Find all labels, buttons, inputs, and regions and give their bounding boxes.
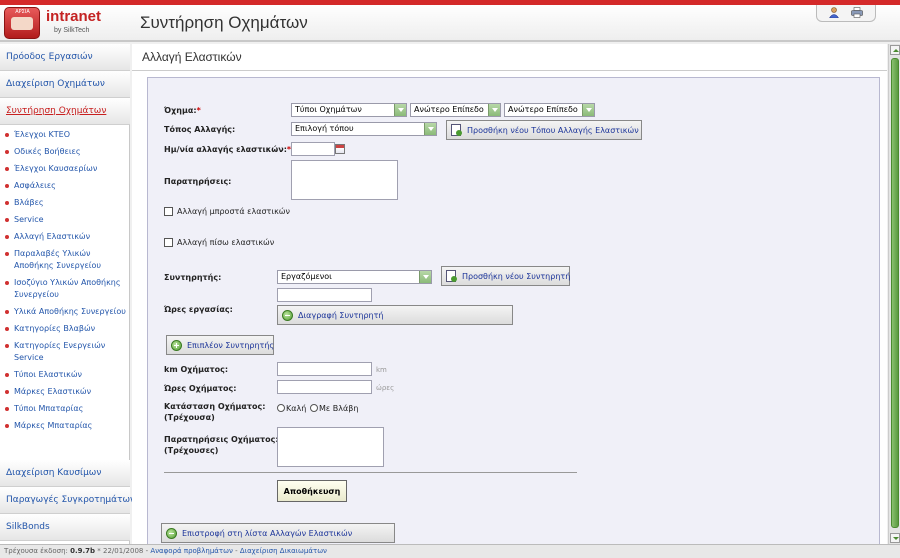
rear-tires-label: Αλλαγή πίσω ελαστικών [177,238,275,247]
sidebar-item-service-action-categories[interactable]: Κατηγορίες Ενεργειών Service [0,340,129,364]
sidebar-section-vehicle-maintenance[interactable]: Συντήρηση Οχημάτων [0,98,130,125]
status-ok-label: Καλή [286,404,307,413]
form-divider [164,472,577,473]
logo-word: intranet [46,8,102,25]
calendar-icon[interactable] [335,144,345,154]
sidebar-item-tire-types[interactable]: Τύποι Ελαστικών [0,369,129,381]
sidebar-item-fault-categories[interactable]: Κατηγορίες Βλαβών [0,323,129,335]
logo-badge-icon: ΑΡΣΙΑ [4,7,40,39]
place-label: Τόπος Αλλαγής: [164,125,236,134]
sidebar-item-faults[interactable]: Βλάβες [0,197,129,209]
sidebar-item-emission-checks[interactable]: Έλεγχοι Καυσαερίων [0,163,129,175]
date-input[interactable] [291,142,335,156]
logo-subtitle: by SilkTech [54,27,90,34]
vehicle-hours-unit: ώρες [376,384,395,392]
scrollbar-thumb[interactable] [891,58,899,528]
km-unit: km [376,366,387,374]
remove-icon [282,310,293,321]
version-date: * 22/01/2008 - [97,547,149,555]
permissions-link[interactable]: Διαχείριση Δικαιωμάτων [240,547,327,555]
add-document-icon [446,270,457,282]
report-problems-link[interactable]: Αναφορά προβλημάτων [150,547,233,555]
sidebar-section-fuel-management[interactable]: Διαχείριση Καυσίμων [0,460,130,487]
vehicle-label: Όχημα:* [164,106,201,115]
save-button[interactable]: Αποθήκευση [277,480,347,502]
status-label: Κατάσταση Οχήματος: (Τρέχουσα) [164,402,266,422]
content-title: Αλλαγή Ελαστικών [142,50,242,64]
sidebar-section-vehicle-management[interactable]: Διαχείριση Οχημάτων [0,71,130,98]
sidebar-item-material-balance[interactable]: Ισοζύγιο Υλικών Αποθήκης Συνεργείου [0,277,129,301]
page-footer: Τρέχουσα έκδοση: 0.9.7b * 22/01/2008 - Α… [0,544,900,558]
km-label: km Οχήματος: [164,365,229,374]
vehicle-hours-input[interactable] [277,380,372,394]
intranet-logo[interactable]: ΑΡΣΙΑ intranet by SilkTech [4,7,101,39]
scroll-up-icon[interactable] [890,45,900,55]
place-select[interactable]: Επιλογή τόπου [291,122,437,136]
sidebar-item-tire-brands[interactable]: Μάρκες Ελαστικών [0,386,129,398]
status-fault-radio[interactable] [310,404,318,412]
sidebar-section-work-progress[interactable]: Πρόοδος Εργασιών [0,44,130,71]
more-maintainers-button[interactable]: Επιπλέον Συντηρητής [166,335,274,355]
main-content: Αλλαγή Ελαστικών Όχημα:* Τύποι Οχημάτων … [132,44,887,547]
chevron-down-icon [424,123,436,135]
sidebar-item-battery-types[interactable]: Τύποι Μπαταρίας [0,403,129,415]
vehicle-notes-textarea[interactable] [277,427,384,467]
page-title: Συντήρηση Οχημάτων [140,13,308,32]
add-maintainer-button[interactable]: Προσθήκη νέου Συντηρητή [441,266,570,286]
vehicle-type-select[interactable]: Τύποι Οχημάτων [291,103,407,117]
user-icon[interactable] [829,7,839,18]
sidebar-item-battery-brands[interactable]: Μάρκες Μπαταρίας [0,420,129,432]
sidebar-item-warehouse-materials[interactable]: Υλικά Αποθήκης Συνεργείου [0,306,129,318]
sidebar-item-material-receipts[interactable]: Παραλαβές Υλικών Αποθήκης Συνεργείου [0,248,129,272]
tire-change-form: Όχημα:* Τύποι Οχημάτων Ανώτερο Επίπεδο Α… [147,77,880,547]
printer-icon[interactable] [851,7,863,18]
chevron-down-icon [394,104,406,116]
rear-tires-checkbox[interactable] [164,238,173,247]
sidebar-section-assembly-production[interactable]: Παραγωγές Συγκροτημάτων [0,487,135,514]
chevron-down-icon [488,104,500,116]
vehicle-notes-label: Παρατηρήσεις Οχήματος: (Τρέχουσες) [164,435,279,455]
header-tools [816,5,876,22]
status-fault-label: Με Βλάβη [319,404,359,413]
sidebar-item-service[interactable]: Service [0,214,129,226]
work-hours-label: Ώρες εργασίας: [164,305,233,314]
vehicle-level-select-2[interactable]: Ανώτερο Επίπεδο [504,103,595,117]
delete-maintainer-button[interactable]: Διαγραφή Συντηρητή [277,305,513,325]
date-label: Ημ/νία αλλαγής ελαστικών:* [164,145,292,154]
scroll-down-icon[interactable] [890,533,900,543]
chevron-down-icon [419,271,431,283]
sidebar-item-road-assistance[interactable]: Οδικές Βοήθειες [0,146,129,158]
vertical-scrollbar[interactable] [888,44,900,544]
back-to-list-button[interactable]: Επιστροφή στη λίστα Αλλαγών Ελαστικών [161,523,395,543]
notes-textarea[interactable] [291,160,398,200]
vehicle-hours-label: Ώρες Οχήματος: [164,384,237,393]
app-header: ΑΡΣΙΑ intranet by SilkTech Συντήρηση Οχη… [0,5,900,42]
notes-label: Παρατηρήσεις: [164,177,232,186]
sidebar-bottom-sections: Διαχείριση Καυσίμων Παραγωγές Συγκροτημά… [0,460,135,541]
footer-separator: - [235,547,238,555]
maintainer-select[interactable]: Εργαζόμενοι [277,270,432,284]
km-input[interactable] [277,362,372,376]
sidebar-submenu: Έλεγχοι ΚΤΕΟ Οδικές Βοήθειες Έλεγχοι Καυ… [0,125,129,476]
front-tires-checkbox[interactable] [164,207,173,216]
version-number: 0.9.7b [70,547,96,555]
back-arrow-icon [166,528,177,539]
sidebar-item-ktev[interactable]: Έλεγχοι ΚΤΕΟ [0,129,129,141]
chevron-down-icon [582,104,594,116]
title-divider [132,70,887,71]
status-ok-radio[interactable] [277,404,285,412]
add-icon [171,340,182,351]
sidebar: Πρόοδος Εργασιών Διαχείριση Οχημάτων Συν… [0,44,135,544]
sidebar-item-tire-change[interactable]: Αλλαγή Ελαστικών [0,231,129,243]
maintainer-label: Συντηρητής: [164,273,222,282]
front-tires-label: Αλλαγή μπροστά ελαστικών [177,207,290,216]
logo-badge-text: ΑΡΣΙΑ [15,9,30,15]
vehicle-level-select-1[interactable]: Ανώτερο Επίπεδο [410,103,501,117]
version-label: Τρέχουσα έκδοση: [4,547,68,555]
sidebar-section-silkbonds[interactable]: SilkBonds [0,514,130,541]
add-document-icon [451,124,462,136]
sidebar-item-insurance[interactable]: Ασφάλειες [0,180,129,192]
add-place-button[interactable]: Προσθήκη νέου Τόπου Αλλαγής Ελαστικών [446,120,642,140]
work-hours-input[interactable] [277,288,372,302]
